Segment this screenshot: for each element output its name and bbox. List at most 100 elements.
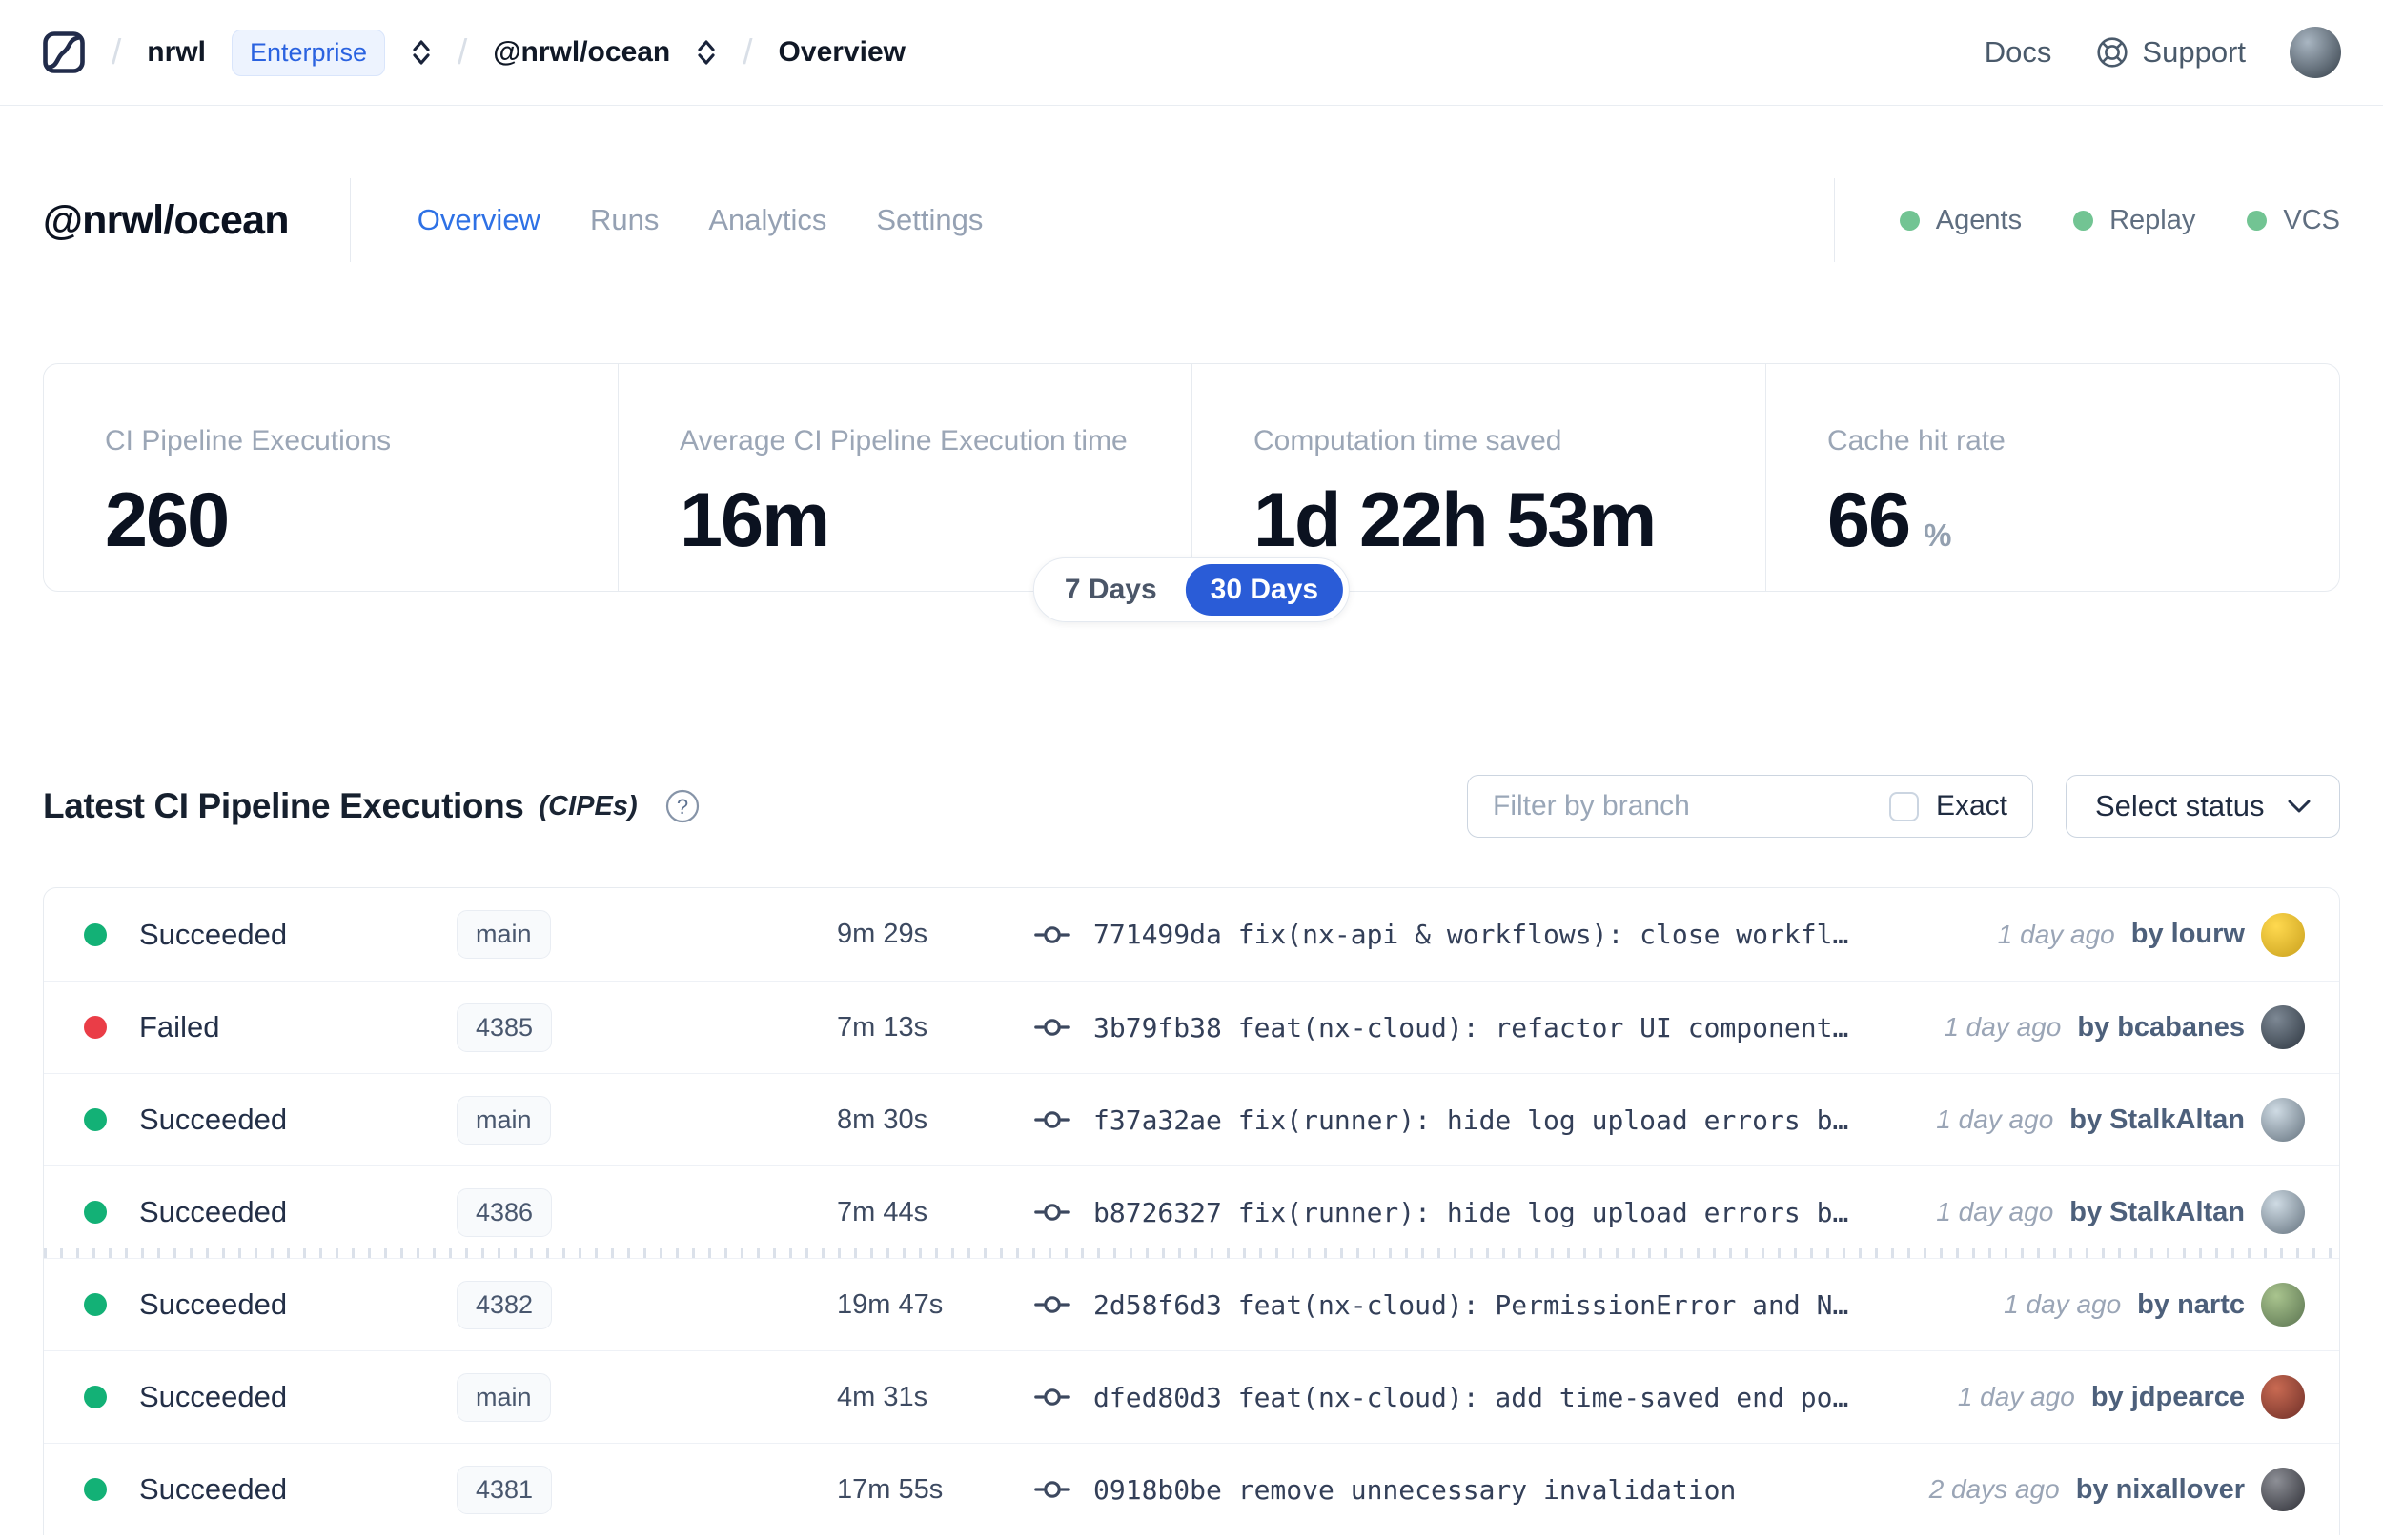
- branch-badge[interactable]: main: [457, 910, 551, 959]
- status-dot-icon: [84, 1016, 107, 1039]
- docs-link[interactable]: Docs: [1985, 35, 2052, 70]
- cipe-table-row[interactable]: Succeeded 4382 19m 47s 2d58f6d3 feat(nx-…: [44, 1248, 2339, 1350]
- stat-card-ci-pipeline-executions: CI Pipeline Executions 260: [105, 425, 392, 563]
- status-cell: Failed: [84, 1010, 457, 1044]
- green-status-dot-icon: [1899, 210, 1920, 231]
- git-commit-icon: [1034, 1294, 1070, 1315]
- toggle-30-days[interactable]: 30 Days: [1185, 564, 1344, 616]
- author-label: by nartc: [2137, 1288, 2245, 1320]
- workspace-switcher-chevrons-icon[interactable]: [696, 38, 717, 67]
- cipe-table-row[interactable]: Succeeded main 8m 30s f37a32ae fix(runne…: [44, 1073, 2339, 1165]
- breadcrumb-separator: /: [458, 32, 468, 71]
- status-label: Succeeded: [139, 917, 288, 951]
- status-cell: Succeeded: [84, 918, 457, 952]
- status-label: Failed: [139, 1010, 220, 1044]
- tab-analytics[interactable]: Analytics: [708, 203, 826, 237]
- author-avatar[interactable]: [2261, 1283, 2305, 1327]
- status-dot-icon: [84, 1386, 107, 1408]
- status-dot-icon: [84, 1108, 107, 1131]
- select-status-dropdown[interactable]: Select status: [2066, 775, 2340, 838]
- tab-settings[interactable]: Settings: [876, 203, 983, 237]
- duration-label: 4m 31s: [837, 1381, 928, 1412]
- stat-card-cache-hit-rate: Cache hit rate 66 %: [1765, 364, 2339, 591]
- exact-checkbox[interactable]: [1888, 791, 1919, 821]
- git-commit-icon: [1034, 924, 1070, 945]
- breadcrumb-org[interactable]: nrwl: [147, 36, 206, 69]
- git-commit-icon: [1034, 1017, 1070, 1038]
- cipe-table-row[interactable]: Succeeded main 4m 31s dfed80d3 feat(nx-c…: [44, 1350, 2339, 1443]
- tab-overview[interactable]: Overview: [418, 203, 540, 237]
- commit-message[interactable]: 2d58f6d3 feat(nx-cloud): PermissionError…: [1093, 1289, 1848, 1321]
- tab-runs[interactable]: Runs: [590, 203, 659, 237]
- help-question-icon[interactable]: ?: [664, 788, 701, 824]
- status-label: Succeeded: [139, 1380, 288, 1413]
- org-switcher-chevrons-icon[interactable]: [411, 38, 432, 67]
- time-ago-label: 1 day ago: [2004, 1289, 2122, 1319]
- breadcrumb-page: Overview: [778, 36, 906, 68]
- git-commit-icon: [1034, 1202, 1070, 1223]
- status-cell: Succeeded: [84, 1103, 457, 1137]
- duration-label: 19m 47s: [837, 1288, 944, 1320]
- author-label: by nixallover: [2075, 1473, 2245, 1505]
- commit-cell: dfed80d3 feat(nx-cloud): add time-saved …: [1034, 1382, 1939, 1413]
- branch-filter-input[interactable]: Filter by branch: [1468, 776, 1864, 837]
- commit-cell: b8726327 fix(runner): hide log upload er…: [1034, 1197, 1917, 1228]
- branch-badge[interactable]: 4381: [457, 1465, 553, 1514]
- cipe-table-row[interactable]: Succeeded main 9m 29s 771499da fix(nx-ap…: [44, 888, 2339, 981]
- commit-message[interactable]: f37a32ae fix(runner): hide log upload er…: [1093, 1104, 1848, 1136]
- cipe-table-row[interactable]: Failed 4385 7m 13s 3b79fb38 feat(nx-clou…: [44, 981, 2339, 1073]
- author-avatar[interactable]: [2261, 912, 2305, 957]
- author-label: by StalkAltan: [2069, 1104, 2245, 1135]
- breadcrumb-workspace[interactable]: @nrwl/ocean: [493, 36, 670, 69]
- user-avatar[interactable]: [2290, 27, 2341, 78]
- breadcrumb-separator: /: [743, 32, 753, 71]
- branch-badge[interactable]: main: [457, 1372, 551, 1422]
- duration-label: 17m 55s: [837, 1473, 944, 1505]
- row-meta: 1 day ago by jdpearce: [1939, 1375, 2305, 1419]
- toggle-7-days[interactable]: 7 Days: [1040, 564, 1182, 616]
- author-avatar[interactable]: [2261, 1375, 2305, 1419]
- commit-cell: 771499da fix(nx-api & workflows): close …: [1034, 919, 1979, 950]
- breadcrumb: / nrwl Enterprise / @nrwl/ocean / Overvi…: [42, 29, 906, 76]
- commit-message[interactable]: b8726327 fix(runner): hide log upload er…: [1093, 1197, 1848, 1228]
- percent-suffix: %: [1924, 517, 1952, 553]
- commit-cell: 3b79fb38 feat(nx-cloud): refactor UI com…: [1034, 1012, 1925, 1044]
- cipe-table-row[interactable]: Succeeded 4386 7m 44s b8726327 fix(runne…: [44, 1165, 2339, 1258]
- time-ago-label: 1 day ago: [1944, 1012, 2062, 1042]
- author-avatar[interactable]: [2261, 1468, 2305, 1511]
- commit-message[interactable]: 771499da fix(nx-api & workflows): close …: [1093, 919, 1848, 950]
- row-meta: 2 days ago by nixallover: [1910, 1468, 2305, 1511]
- nx-cloud-logo-icon[interactable]: [42, 30, 86, 74]
- cipe-table-row[interactable]: Succeeded 4381 17m 55s 0918b0be remove u…: [44, 1443, 2339, 1535]
- status-label: Succeeded: [139, 1287, 288, 1321]
- duration-label: 7m 13s: [837, 1011, 928, 1043]
- date-range-toggle: 7 Days 30 Days: [1032, 557, 1351, 622]
- vertical-divider: [349, 178, 351, 262]
- top-bar: / nrwl Enterprise / @nrwl/ocean / Overvi…: [0, 0, 2383, 106]
- feature-status-legend: Agents Replay VCS: [1833, 178, 2340, 262]
- author-avatar[interactable]: [2261, 1190, 2305, 1234]
- branch-badge[interactable]: main: [457, 1095, 551, 1145]
- life-buoy-icon: [2095, 35, 2129, 70]
- status-dot-icon: [84, 1293, 107, 1316]
- row-meta: 1 day ago by StalkAltan: [1917, 1098, 2305, 1142]
- row-meta: 1 day ago by lourw: [1979, 912, 2305, 957]
- branch-cell: 4381: [457, 1465, 837, 1514]
- author-avatar[interactable]: [2261, 1005, 2305, 1049]
- legend-item-agents: Agents: [1899, 205, 2022, 236]
- green-status-dot-icon: [2073, 210, 2094, 231]
- commit-message[interactable]: 3b79fb38 feat(nx-cloud): refactor UI com…: [1093, 1012, 1848, 1044]
- branch-badge[interactable]: 4386: [457, 1187, 553, 1237]
- legend-item-replay: Replay: [2073, 205, 2195, 236]
- branch-badge[interactable]: 4382: [457, 1280, 553, 1329]
- support-link[interactable]: Support: [2095, 35, 2246, 70]
- commit-message[interactable]: dfed80d3 feat(nx-cloud): add time-saved …: [1093, 1382, 1848, 1413]
- branch-cell: main: [457, 1372, 837, 1422]
- cipe-section-title: Latest CI Pipeline Executions: [43, 786, 524, 825]
- author-avatar[interactable]: [2261, 1098, 2305, 1142]
- time-ago-label: 2 days ago: [1928, 1474, 2060, 1504]
- author-label: by lourw: [2130, 919, 2245, 949]
- commit-message[interactable]: 0918b0be remove unnecessary invalidation: [1093, 1474, 1736, 1506]
- status-cell: Succeeded: [84, 1195, 457, 1229]
- branch-badge[interactable]: 4385: [457, 1003, 553, 1052]
